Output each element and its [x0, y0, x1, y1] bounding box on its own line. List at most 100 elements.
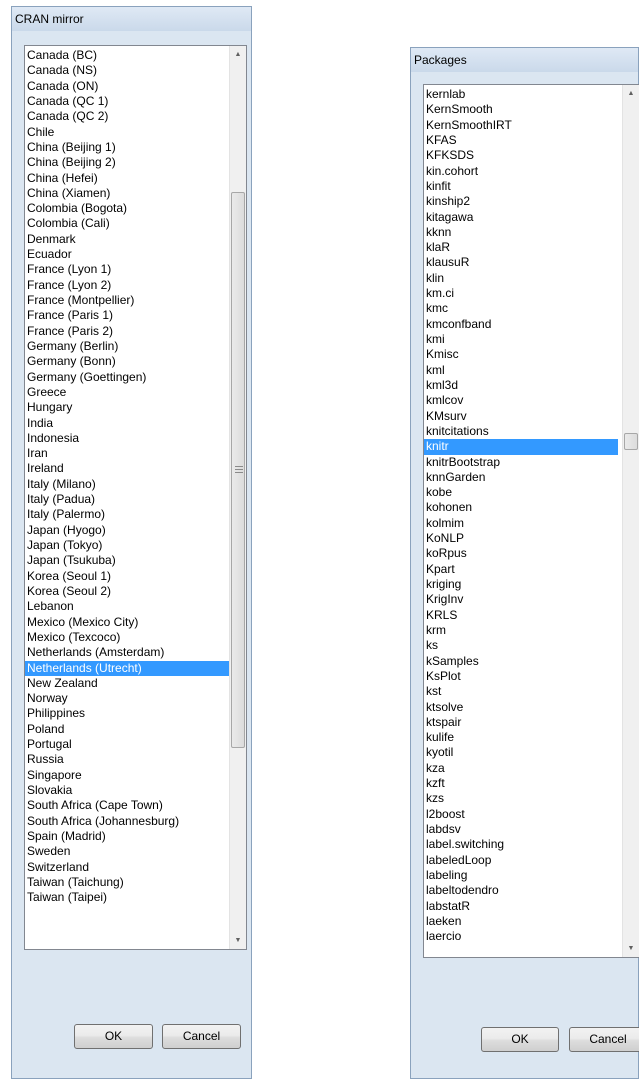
list-item[interactable]: Slovakia	[25, 783, 230, 798]
list-item[interactable]: Japan (Tokyo)	[25, 538, 230, 553]
ok-button[interactable]: OK	[74, 1024, 153, 1049]
scroll-down-arrow-icon[interactable]: ▼	[623, 940, 639, 957]
list-item[interactable]: Indonesia	[25, 431, 230, 446]
list-item[interactable]: Singapore	[25, 768, 230, 783]
vertical-scrollbar[interactable]: ▲ ▼	[622, 85, 639, 957]
list-item[interactable]: China (Beijing 1)	[25, 140, 230, 155]
list-item[interactable]: Kpart	[424, 562, 618, 577]
list-item[interactable]: France (Paris 2)	[25, 324, 230, 339]
list-item[interactable]: KernSmooth	[424, 102, 618, 117]
list-item[interactable]: Hungary	[25, 400, 230, 415]
list-item[interactable]: kmconfband	[424, 317, 618, 332]
list-item[interactable]: Sweden	[25, 844, 230, 859]
list-item[interactable]: Norway	[25, 691, 230, 706]
list-item[interactable]: Ireland	[25, 461, 230, 476]
list-item[interactable]: kSamples	[424, 654, 618, 669]
list-item[interactable]: Ecuador	[25, 247, 230, 262]
list-item[interactable]: Italy (Padua)	[25, 492, 230, 507]
list-item[interactable]: Germany (Goettingen)	[25, 370, 230, 385]
list-item[interactable]: kzs	[424, 791, 618, 806]
list-item[interactable]: knnGarden	[424, 470, 618, 485]
list-item[interactable]: Germany (Berlin)	[25, 339, 230, 354]
list-item[interactable]: Taiwan (Taichung)	[25, 875, 230, 890]
list-item[interactable]: India	[25, 416, 230, 431]
list-item[interactable]: Canada (ON)	[25, 79, 230, 94]
list-item[interactable]: China (Beijing 2)	[25, 155, 230, 170]
list-item[interactable]: Germany (Bonn)	[25, 354, 230, 369]
list-item[interactable]: KMsurv	[424, 409, 618, 424]
list-item[interactable]: Philippines	[25, 706, 230, 721]
list-item[interactable]: kmi	[424, 332, 618, 347]
list-item[interactable]: Spain (Madrid)	[25, 829, 230, 844]
scrollbar-thumb[interactable]	[231, 192, 245, 748]
scrollbar-thumb[interactable]	[624, 433, 638, 450]
list-item[interactable]: laercio	[424, 929, 618, 944]
list-item[interactable]: labstatR	[424, 899, 618, 914]
list-item[interactable]: koRpus	[424, 546, 618, 561]
list-item[interactable]: kmlcov	[424, 393, 618, 408]
list-item[interactable]: Iran	[25, 446, 230, 461]
ok-button[interactable]: OK	[481, 1027, 559, 1052]
list-item[interactable]: kin.cohort	[424, 164, 618, 179]
vertical-scrollbar[interactable]: ▲ ▼	[229, 46, 246, 949]
list-item[interactable]: klin	[424, 271, 618, 286]
list-item[interactable]: Russia	[25, 752, 230, 767]
list-item[interactable]: labdsv	[424, 822, 618, 837]
cancel-button[interactable]: Cancel	[162, 1024, 241, 1049]
list-item[interactable]: Canada (QC 1)	[25, 94, 230, 109]
list-item[interactable]: labeledLoop	[424, 853, 618, 868]
scroll-down-arrow-icon[interactable]: ▼	[230, 932, 246, 949]
list-item[interactable]: Japan (Hyogo)	[25, 523, 230, 538]
list-item[interactable]: laeken	[424, 914, 618, 929]
list-item[interactable]: kolmim	[424, 516, 618, 531]
list-item[interactable]: New Zealand	[25, 676, 230, 691]
list-item[interactable]: kst	[424, 684, 618, 699]
list-item[interactable]: France (Lyon 2)	[25, 278, 230, 293]
list-item[interactable]: labeltodendro	[424, 883, 618, 898]
list-item[interactable]: KRLS	[424, 608, 618, 623]
scroll-up-arrow-icon[interactable]: ▲	[230, 46, 246, 63]
list-item[interactable]: kobe	[424, 485, 618, 500]
list-item[interactable]: Japan (Tsukuba)	[25, 553, 230, 568]
list-item[interactable]: Portugal	[25, 737, 230, 752]
list-item[interactable]: Korea (Seoul 1)	[25, 569, 230, 584]
list-item[interactable]: l2boost	[424, 807, 618, 822]
list-item[interactable]: Italy (Palermo)	[25, 507, 230, 522]
list-item[interactable]: kitagawa	[424, 210, 618, 225]
list-item[interactable]: kml3d	[424, 378, 618, 393]
list-item[interactable]: Greece	[25, 385, 230, 400]
list-item[interactable]: kernlab	[424, 87, 618, 102]
list-item[interactable]: kyotil	[424, 745, 618, 760]
list-item[interactable]: France (Montpellier)	[25, 293, 230, 308]
list-item[interactable]: knitrBootstrap	[424, 455, 618, 470]
list-item[interactable]: Switzerland	[25, 860, 230, 875]
list-item[interactable]: kriging	[424, 577, 618, 592]
list-item[interactable]: South Africa (Cape Town)	[25, 798, 230, 813]
list-item[interactable]: kmc	[424, 301, 618, 316]
list-item[interactable]: Colombia (Cali)	[25, 216, 230, 231]
list-item[interactable]: klausuR	[424, 255, 618, 270]
list-item[interactable]: Lebanon	[25, 599, 230, 614]
mirror-listbox[interactable]: Canada (BC) Canada (NS) Canada (ON) Canada …	[24, 45, 247, 950]
list-item[interactable]: KFAS	[424, 133, 618, 148]
list-item[interactable]: kknn	[424, 225, 618, 240]
list-item[interactable]: KFKSDS	[424, 148, 618, 163]
list-item[interactable]: label.switching	[424, 837, 618, 852]
list-item[interactable]: China (Hefei)	[25, 171, 230, 186]
list-item[interactable]: KrigInv	[424, 592, 618, 607]
list-item[interactable]: Poland	[25, 722, 230, 737]
list-item[interactable]: kulife	[424, 730, 618, 745]
list-item[interactable]: kml	[424, 363, 618, 378]
list-item[interactable]: kohonen	[424, 500, 618, 515]
scroll-up-arrow-icon[interactable]: ▲	[623, 85, 639, 102]
list-item[interactable]: Mexico (Mexico City)	[25, 615, 230, 630]
list-item[interactable]: Canada (NS)	[25, 63, 230, 78]
list-item[interactable]: ks	[424, 638, 618, 653]
list-item[interactable]: km.ci	[424, 286, 618, 301]
list-item[interactable]: kzft	[424, 776, 618, 791]
list-item[interactable]: South Africa (Johannesburg)	[25, 814, 230, 829]
list-item[interactable]: KsPlot	[424, 669, 618, 684]
list-item[interactable]: kinship2	[424, 194, 618, 209]
list-item[interactable]: Netherlands (Utrecht)	[25, 660, 230, 676]
list-item[interactable]: France (Lyon 1)	[25, 262, 230, 277]
